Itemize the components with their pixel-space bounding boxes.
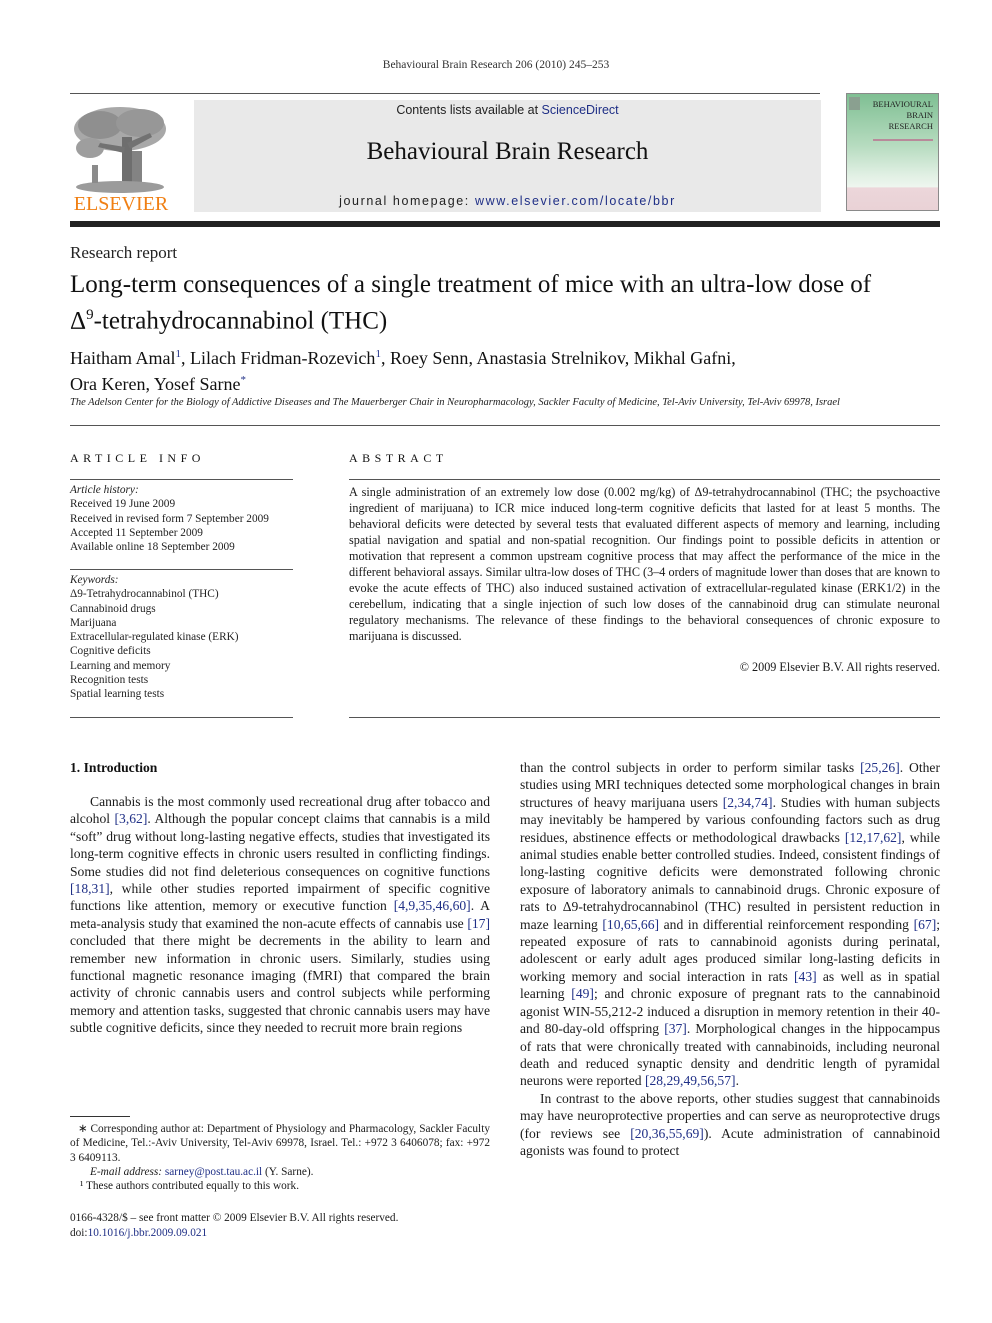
keywords-label: Keywords: [70, 574, 119, 586]
elsevier-wordmark: ELSEVIER [73, 193, 169, 215]
title-superscript: 9 [86, 307, 94, 323]
contents-prefix: Contents lists available at [396, 103, 542, 117]
author[interactable]: Roey Senn [390, 348, 469, 368]
citation-link[interactable]: [37] [664, 1021, 687, 1036]
keyword: Learning and memory [70, 659, 171, 672]
divider [70, 717, 293, 718]
text-run: . [735, 1073, 739, 1089]
journal-masthead: Contents lists available at ScienceDirec… [194, 100, 821, 212]
keyword: Cannabinoid drugs [70, 602, 156, 615]
history-item: Received in revised form 7 September 200… [70, 512, 269, 525]
issn-line: 0166-4328/$ – see front matter © 2009 El… [70, 1212, 399, 1224]
citation-link[interactable]: [20,36,55,69] [630, 1126, 704, 1141]
text-run: and in differential reinforcement respon… [659, 916, 914, 932]
author[interactable]: Ora Keren [70, 374, 145, 394]
sciencedirect-link[interactable]: ScienceDirect [542, 103, 619, 117]
citation-link[interactable]: [10,65,66] [602, 917, 659, 932]
author-list: Haitham Amal1, Lilach Fridman-Rozevich1,… [70, 348, 736, 394]
citation-link[interactable]: [12,17,62] [845, 830, 902, 845]
citation-link[interactable]: [18,31] [70, 881, 110, 896]
keyword: Extracellular-regulated kinase (ERK) [70, 631, 239, 644]
section-heading-introduction: 1. Introduction [70, 760, 158, 775]
citation-link[interactable]: [17] [467, 916, 490, 931]
divider [70, 569, 293, 570]
citation-link[interactable]: [2,34,74] [723, 795, 773, 810]
abstract-text: A single administration of an extremely … [349, 485, 940, 643]
title-line-1: Long-term consequences of a single treat… [70, 271, 872, 298]
doi-link[interactable]: 10.1016/j.bbr.2009.09.021 [88, 1227, 208, 1239]
elsevier-logo[interactable]: ELSEVIER [70, 103, 172, 215]
divider [349, 717, 940, 718]
history-item: Received 19 June 2009 [70, 498, 176, 511]
journal-name: Behavioural Brain Research [366, 138, 649, 165]
email-link[interactable]: sarney@post.tau.ac.il [165, 1166, 262, 1178]
journal-cover-thumbnail[interactable]: BEHAVIOURAL BRAIN RESEARCH [846, 93, 939, 211]
keyword: Marijuana [70, 616, 117, 629]
history-item: Available online 18 September 2009 [70, 541, 235, 554]
body-column-right: than the control subjects in order to pe… [520, 759, 940, 1159]
elsevier-tree-icon [74, 107, 166, 193]
contents-line: Contents lists available at ScienceDirec… [194, 103, 821, 117]
citation-link[interactable]: [3,62] [115, 811, 148, 826]
author[interactable]: Mikhal Gafni [634, 348, 731, 368]
citation-link[interactable]: [25,26] [860, 760, 900, 775]
journal-homepage-link[interactable]: www.elsevier.com/locate/bbr [475, 194, 676, 208]
cover-title-line: BRAIN [906, 110, 933, 120]
front-matter: 0166-4328/$ – see front matter © 2009 El… [70, 1211, 490, 1241]
author[interactable]: Anastasia Strelnikov [476, 348, 624, 368]
author[interactable]: Lilach Fridman-Rozevich1 [190, 348, 381, 368]
affiliation: The Adelson Center for the Biology of Ad… [70, 397, 840, 408]
keyword: Δ9-Tetrahydrocannabinol (THC) [70, 588, 219, 601]
homepage-prefix: journal homepage: [339, 194, 475, 208]
delta-symbol: Δ [70, 307, 87, 335]
corresponding-author-mark[interactable]: * [240, 374, 246, 386]
keyword: Spatial learning tests [70, 688, 165, 701]
article-info-heading: ARTICLE INFO [70, 451, 205, 465]
citation-link[interactable]: [28,29,49,56,57] [645, 1073, 736, 1088]
cover-title: BEHAVIOURAL BRAIN RESEARCH [873, 99, 933, 132]
keywords: Keywords: Δ9-Tetrahydrocannabinol (THC) … [70, 573, 293, 702]
paragraph: Cannabis is the most commonly used recre… [70, 793, 490, 1037]
body-column-left: Cannabis is the most commonly used recre… [70, 793, 490, 1037]
equal-contribution-note: ¹ These authors contributed equally to t… [80, 1180, 300, 1193]
divider [70, 479, 293, 480]
history-item: Accepted 11 September 2009 [70, 526, 203, 539]
footnote-divider [70, 1116, 130, 1117]
cover-title-line: BEHAVIOURAL [872, 99, 933, 109]
article-title: Long-term consequences of a single treat… [70, 270, 950, 336]
corresponding-author-note: ∗ Corresponding author at: Department of… [70, 1123, 490, 1164]
author[interactable]: Yosef Sarne* [154, 374, 246, 394]
journal-homepage-line: journal homepage: www.elsevier.com/locat… [194, 194, 821, 208]
running-head: Behavioural Brain Research 206 (2010) 24… [382, 59, 610, 71]
abstract-copyright: © 2009 Elsevier B.V. All rights reserved… [739, 660, 940, 674]
citation-link[interactable]: [67] [914, 917, 937, 932]
title-line-2: Δ9-tetrahydrocannabinol (THC) [70, 300, 950, 336]
email-note: E-mail address: sarney@post.tau.ac.il (Y… [90, 1165, 314, 1178]
article-type: Research report [70, 243, 178, 262]
top-divider [70, 93, 820, 94]
citation-link[interactable]: [43] [794, 969, 817, 984]
history-label: Article history: [70, 484, 139, 496]
masthead-divider [70, 221, 940, 227]
text-run: than the control subjects in order to pe… [520, 760, 861, 775]
citation-link[interactable]: [4,9,35,46,60] [394, 898, 471, 913]
paragraph: than the control subjects in order to pe… [520, 759, 940, 1090]
title-rest: -tetrahydrocannabinol (THC) [93, 307, 388, 335]
article-history: Article history: Received 19 June 2009 R… [70, 483, 293, 554]
text-run: concluded that there might be decrements… [70, 933, 490, 1036]
divider [349, 479, 940, 480]
keyword: Cognitive deficits [70, 645, 151, 658]
abstract-heading: ABSTRACT [349, 451, 448, 465]
cover-subtitle-bar [873, 139, 933, 141]
citation-link[interactable]: [49] [571, 986, 594, 1001]
footnotes: ∗ Corresponding author at: Department of… [70, 1122, 490, 1193]
doi-line: doi:10.1016/j.bbr.2009.09.021 [70, 1227, 208, 1239]
paragraph: In contrast to the above reports, other … [520, 1090, 940, 1160]
cover-emblem-icon [849, 97, 860, 110]
affiliation-divider [70, 425, 940, 426]
cover-title-line: RESEARCH [888, 121, 933, 131]
keyword: Recognition tests [70, 674, 149, 687]
author[interactable]: Haitham Amal1 [70, 348, 181, 368]
